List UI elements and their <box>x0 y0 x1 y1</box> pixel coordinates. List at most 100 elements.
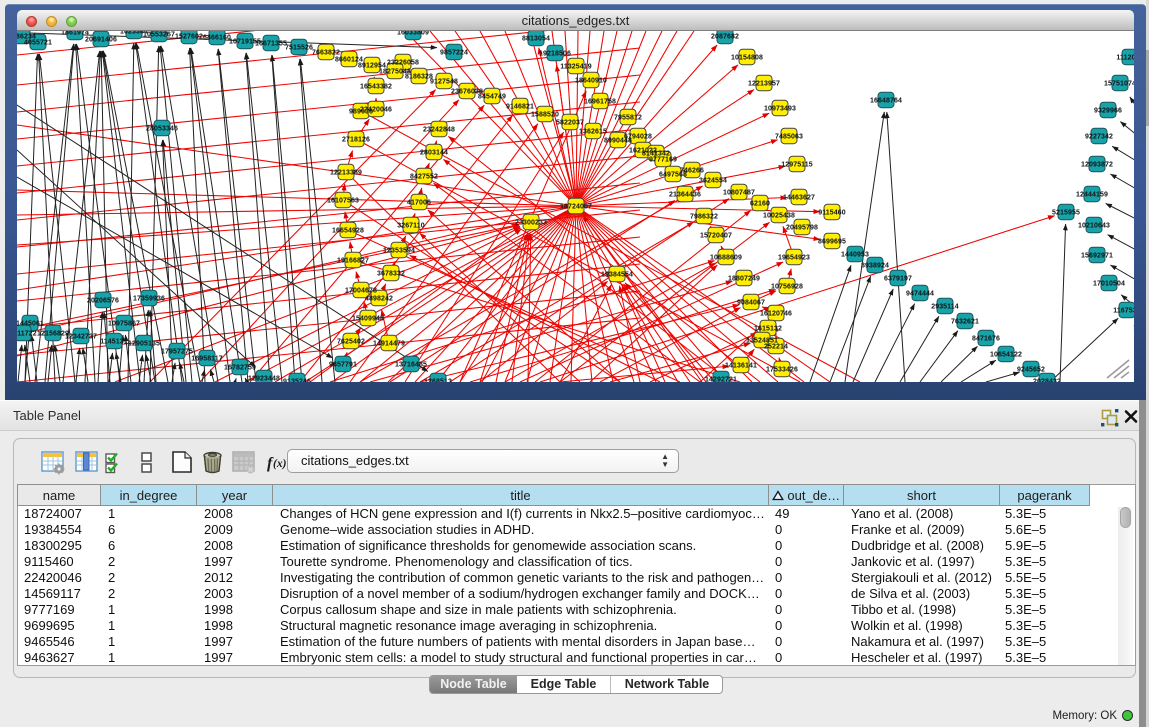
svg-text:7632621: 7632621 <box>951 319 979 326</box>
svg-text:16543382: 16543382 <box>360 84 392 91</box>
svg-text:12213957: 12213957 <box>748 81 780 88</box>
svg-text:19654923: 19654923 <box>778 255 810 262</box>
svg-text:10756928: 10756928 <box>771 284 803 291</box>
svg-text:14136141: 14136141 <box>725 363 757 370</box>
svg-text:10025438: 10025438 <box>763 213 795 220</box>
svg-text:9084067: 9084067 <box>737 300 765 307</box>
svg-text:6794028: 6794028 <box>624 134 652 141</box>
svg-text:7955812: 7955812 <box>614 115 642 122</box>
svg-text:4898242: 4898242 <box>365 296 393 303</box>
svg-text:2803144: 2803144 <box>420 150 448 157</box>
svg-text:16033809: 16033809 <box>397 31 429 37</box>
svg-text:28053346: 28053346 <box>146 126 178 133</box>
svg-text:17359936: 17359936 <box>133 296 165 303</box>
svg-text:1588520: 1588520 <box>531 112 559 119</box>
svg-text:20206576: 20206576 <box>87 298 119 305</box>
svg-text:6379197: 6379197 <box>884 276 912 283</box>
svg-text:2028432: 2028432 <box>1033 379 1061 383</box>
svg-text:8471676: 8471676 <box>972 336 1000 343</box>
svg-text:5215955: 5215955 <box>1052 210 1080 217</box>
svg-text:7515526: 7515526 <box>285 45 313 52</box>
svg-text:3911722: 3911722 <box>17 331 37 338</box>
svg-text:23300233: 23300233 <box>515 220 547 227</box>
svg-text:1145131: 1145131 <box>100 339 128 346</box>
svg-text:1527602: 1527602 <box>175 34 203 41</box>
svg-text:8938924: 8938924 <box>861 263 889 270</box>
svg-text:23226058: 23226058 <box>387 60 419 67</box>
svg-text:9329966: 9329966 <box>1094 108 1122 115</box>
svg-text:3624554: 3624554 <box>699 178 727 185</box>
svg-text:3267110: 3267110 <box>397 223 425 230</box>
svg-text:3678332: 3678332 <box>377 271 405 278</box>
svg-text:12213389: 12213389 <box>330 170 362 177</box>
svg-text:16120746: 16120746 <box>760 311 792 318</box>
svg-text:2718126: 2718126 <box>342 137 370 144</box>
svg-text:16648764: 16648764 <box>870 98 902 105</box>
svg-text:10807487: 10807487 <box>723 190 755 197</box>
svg-text:8427552: 8427552 <box>410 174 438 181</box>
svg-text:6466160: 6466160 <box>203 35 231 42</box>
svg-text:1362615: 1362615 <box>579 129 607 136</box>
svg-text:12975115: 12975115 <box>781 162 813 169</box>
svg-text:8186328: 8186328 <box>405 74 433 81</box>
svg-text:10975867: 10975867 <box>108 321 140 328</box>
svg-text:1167533: 1167533 <box>1113 308 1134 315</box>
svg-text:14292721: 14292721 <box>705 377 737 383</box>
svg-text:9227342: 9227342 <box>1085 134 1113 141</box>
svg-text:1445061: 1445061 <box>17 321 44 328</box>
svg-text:21364436: 21364436 <box>669 192 701 199</box>
svg-text:16782759: 16782759 <box>224 365 256 372</box>
svg-text:19384554: 19384554 <box>601 272 633 279</box>
svg-text:20691406: 20691406 <box>85 37 117 44</box>
svg-text:10154808: 10154808 <box>731 55 763 62</box>
svg-text:16958117: 16958117 <box>191 356 223 363</box>
svg-text:9245652: 9245652 <box>1017 367 1045 374</box>
svg-text:9657791: 9657791 <box>329 362 357 369</box>
svg-text:9777169: 9777169 <box>649 157 677 164</box>
svg-text:9135246: 9135246 <box>283 379 311 383</box>
svg-text:746266: 746266 <box>680 168 704 175</box>
svg-text:9474444: 9474444 <box>906 291 934 298</box>
svg-text:9146821: 9146821 <box>506 104 534 111</box>
svg-text:12923448: 12923448 <box>248 376 280 383</box>
svg-text:18724007: 18724007 <box>560 204 592 211</box>
svg-text:15692971: 15692971 <box>1081 253 1113 260</box>
svg-text:23242848: 23242848 <box>423 127 455 134</box>
svg-text:20495798: 20495798 <box>786 225 818 232</box>
svg-text:2935114: 2935114 <box>931 304 959 311</box>
svg-text:17004678: 17004678 <box>345 288 377 295</box>
svg-text:7986322: 7986322 <box>690 214 718 221</box>
svg-text:12905135: 12905135 <box>128 341 160 348</box>
svg-text:12353594: 12353594 <box>383 248 415 255</box>
svg-text:15751074: 15751074 <box>1104 81 1134 88</box>
svg-text:62160: 62160 <box>750 201 770 208</box>
svg-text:22420046: 22420046 <box>360 107 392 114</box>
svg-text:4055721: 4055721 <box>24 40 52 47</box>
svg-text:15720407: 15720407 <box>700 233 732 240</box>
svg-text:1615132: 1615132 <box>754 326 782 333</box>
svg-text:14914479: 14914479 <box>373 341 405 348</box>
svg-text:7663822: 7663822 <box>312 50 340 57</box>
svg-text:417006: 417006 <box>407 200 431 207</box>
svg-text:9127548: 9127548 <box>430 79 458 86</box>
svg-text:19166827: 19166827 <box>337 258 369 265</box>
svg-text:13716485: 13716485 <box>395 362 427 369</box>
svg-text:1268513: 1268513 <box>424 379 452 383</box>
svg-text:5822037: 5822037 <box>556 120 584 127</box>
svg-text:10973493: 10973493 <box>764 106 796 113</box>
svg-text:10688609: 10688609 <box>710 255 742 262</box>
svg-text:8699695: 8699695 <box>818 239 846 246</box>
svg-text:1112064: 1112064 <box>1116 55 1134 62</box>
svg-text:12444159: 12444159 <box>1076 192 1108 199</box>
svg-text:8454749: 8454749 <box>478 94 506 101</box>
svg-text:17010504: 17010504 <box>1093 281 1125 288</box>
svg-text:2087682: 2087682 <box>711 34 739 41</box>
svg-text:10210643: 10210643 <box>1078 223 1110 230</box>
svg-text:17957275: 17957275 <box>161 349 193 356</box>
svg-text:16107563: 16107563 <box>327 198 359 205</box>
svg-text:17533426: 17533426 <box>766 367 798 374</box>
svg-text:11325419: 11325419 <box>560 64 592 71</box>
svg-text:18640910: 18640910 <box>575 78 607 85</box>
svg-text:7625402: 7625402 <box>337 339 365 346</box>
svg-text:15409948: 15409948 <box>352 316 384 323</box>
